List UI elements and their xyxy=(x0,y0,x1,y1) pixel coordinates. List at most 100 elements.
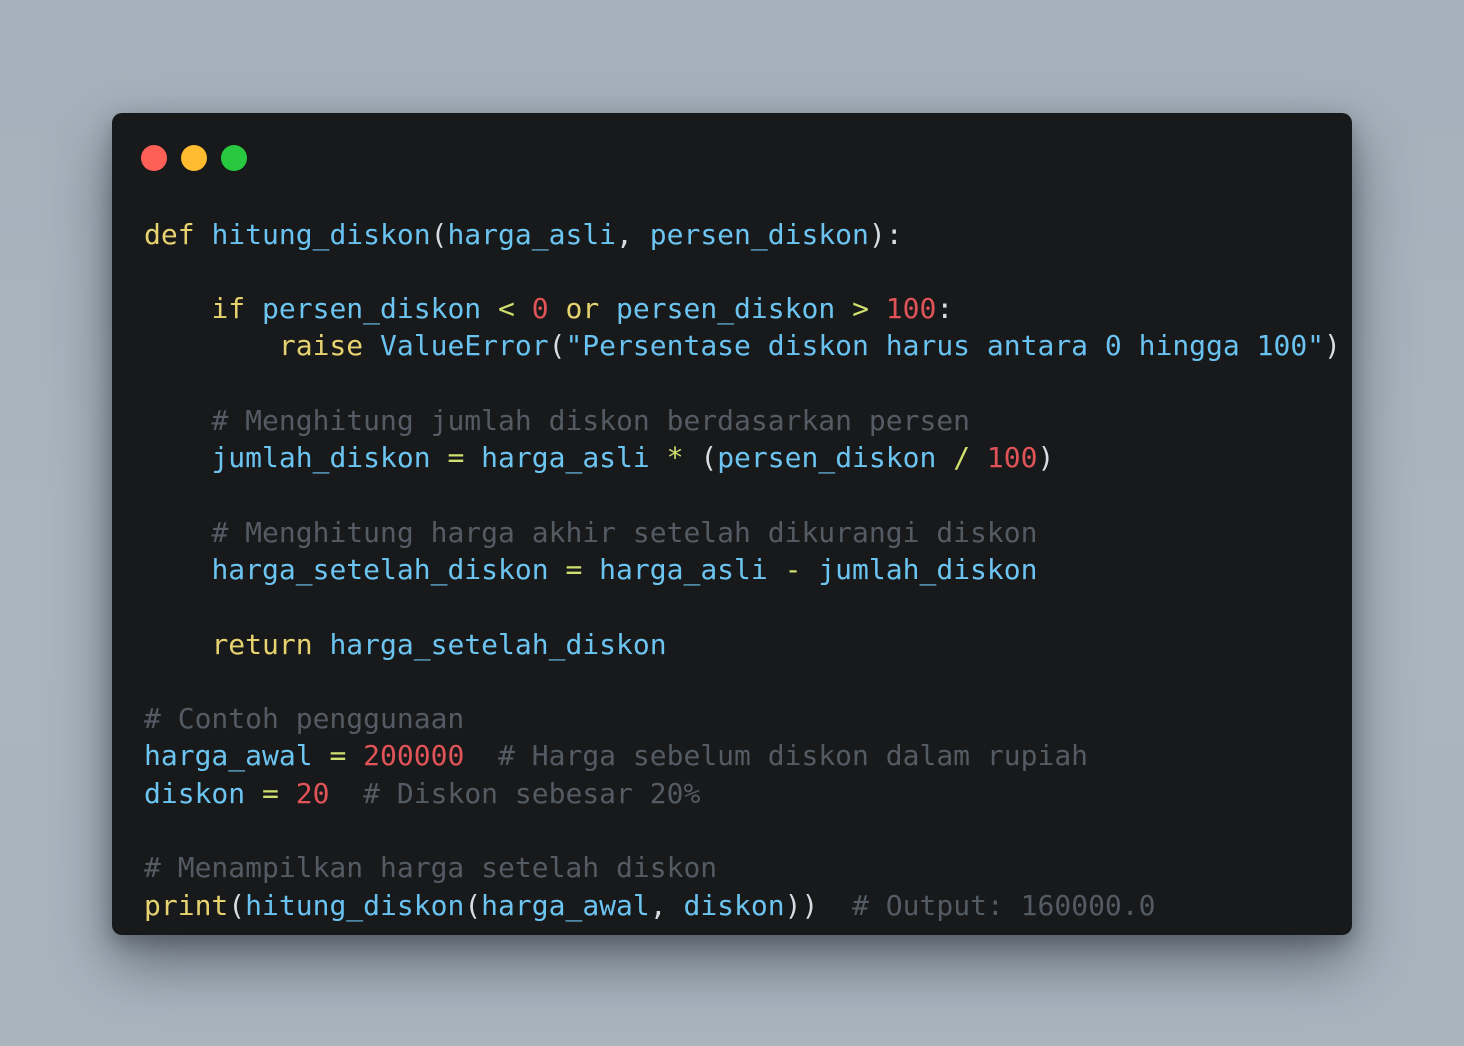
code-token: , xyxy=(616,218,650,251)
code-token: harga_setelah_diskon xyxy=(329,628,667,661)
code-token: ValueError xyxy=(380,329,549,362)
code-line: jumlah_diskon = harga_asli * (persen_dis… xyxy=(144,438,1054,478)
code-token: : xyxy=(936,292,954,325)
code-token: = xyxy=(447,441,465,474)
code-token: # Output: 160000.0 xyxy=(852,889,1156,922)
code-token: ) xyxy=(1324,329,1341,362)
code-line: diskon = 20 # Diskon sebesar 20% xyxy=(144,774,700,814)
code-token: persen_diskon xyxy=(616,292,836,325)
code-line: return harga_setelah_diskon xyxy=(144,625,667,665)
minimize-button[interactable] xyxy=(181,145,207,171)
code-token: jumlah_diskon xyxy=(818,553,1038,586)
code-token: hitung_diskon xyxy=(211,218,431,251)
code-line: # Menghitung harga akhir setelah dikuran… xyxy=(144,513,1037,553)
code-line: harga_awal = 200000 # Harga sebelum disk… xyxy=(144,736,1088,776)
code-line: # Contoh penggunaan xyxy=(144,699,464,739)
code-token: 100 xyxy=(885,292,937,325)
code-token: # Contoh penggunaan xyxy=(144,702,465,735)
code-token: ( xyxy=(228,889,246,922)
code-token: # Menghitung harga akhir setelah dikuran… xyxy=(211,516,1038,549)
code-token: > xyxy=(852,292,869,325)
code-token: hitung_diskon xyxy=(245,889,465,922)
code-token: 200000 xyxy=(363,739,465,772)
close-button[interactable] xyxy=(141,145,167,171)
code-token: ( xyxy=(464,889,482,922)
code-line: # Menghitung jumlah diskon berdasarkan p… xyxy=(144,401,970,441)
code-token: raise xyxy=(278,329,364,362)
code-token: harga_awal xyxy=(481,889,650,922)
code-token: harga_asli xyxy=(447,218,617,251)
code-token: / xyxy=(953,441,971,474)
code-token: harga_awal xyxy=(144,739,313,772)
code-token: # Menampilkan harga setelah diskon xyxy=(144,851,718,884)
code-token: = xyxy=(262,777,279,810)
code-line: print(hitung_diskon(harga_awal, diskon))… xyxy=(144,886,1156,926)
code-token: * xyxy=(666,441,684,474)
code-token: = xyxy=(565,553,583,586)
code-token: < xyxy=(498,292,515,325)
code-token: persen_diskon xyxy=(262,292,482,325)
code-token: # Harga sebelum diskon dalam rupiah xyxy=(498,739,1089,772)
code-token: or xyxy=(565,292,600,325)
code-token: persen_diskon xyxy=(649,218,869,251)
code-token: ( xyxy=(683,441,718,474)
code-token: harga_asli xyxy=(599,553,768,586)
code-token: ): xyxy=(868,218,903,251)
code-token: 20 xyxy=(295,777,330,810)
code-token: return xyxy=(211,628,313,661)
code-line: # Menampilkan harga setelah diskon xyxy=(144,848,717,888)
code-token: harga_asli xyxy=(481,441,650,474)
code-token: # Menghitung jumlah diskon berdasarkan p… xyxy=(211,404,971,437)
code-token: if xyxy=(211,292,246,325)
code-token: - xyxy=(784,553,802,586)
zoom-button[interactable] xyxy=(221,145,247,171)
window-controls xyxy=(141,145,247,171)
code-window: def hitung_diskon(harga_asli, persen_dis… xyxy=(112,113,1352,935)
code-token: # Diskon sebesar 20% xyxy=(363,777,701,810)
code-line: raise ValueError("Persentase diskon haru… xyxy=(144,326,1341,366)
code-token: persen_diskon xyxy=(717,441,937,474)
code-token: = xyxy=(329,739,347,772)
code-token: ) xyxy=(1037,441,1055,474)
code-token: 100 xyxy=(986,441,1038,474)
code-token: diskon xyxy=(683,889,785,922)
code-token: )) xyxy=(784,889,819,922)
code-token: harga_setelah_diskon xyxy=(211,553,549,586)
code-token: ( xyxy=(548,329,566,362)
code-line: if persen_diskon < 0 or persen_diskon > … xyxy=(144,289,953,329)
code-token: ( xyxy=(430,218,448,251)
code-token: 0 xyxy=(531,292,549,325)
code-token: def xyxy=(144,218,195,251)
code-token: "Persentase diskon harus antara 0 hingga… xyxy=(565,329,1325,362)
code-line: harga_setelah_diskon = harga_asli - juml… xyxy=(144,550,1037,590)
code-token: print xyxy=(144,889,229,922)
